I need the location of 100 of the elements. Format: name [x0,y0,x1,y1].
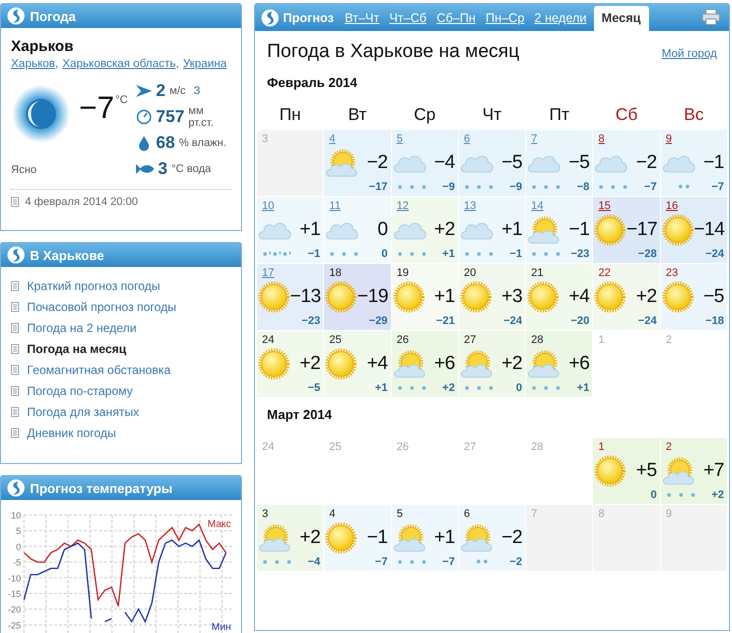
day-temperature: +4 [568,286,590,308]
tab[interactable]: Сб–Пн [432,11,481,25]
axis-tick-label: 5 [16,526,21,536]
day-link[interactable]: 12 [396,200,409,213]
cloud-icon [527,154,562,172]
day-number: 26 [396,441,409,454]
city-name: Харьков [11,38,74,55]
day-link[interactable]: 7 [531,133,538,146]
sun-cloud-icon [460,350,494,378]
weekday-label: Чт [481,105,503,125]
day-link[interactable]: 16 [666,200,678,213]
day-link[interactable]: 8 [598,133,605,146]
menu-link[interactable]: Погода по-старому [27,384,133,398]
sun-cloud-icon [527,350,562,378]
day-link[interactable]: 4 [329,133,336,146]
tab[interactable]: Пн–Ср [480,11,530,25]
snowflakes-icon [262,558,292,566]
day-temperature: −2 [501,527,522,549]
separator: , [176,58,179,70]
sleet-icon [262,250,292,258]
night-temperature: −1 [308,248,320,260]
logo-icon [7,246,25,264]
night-temperature: −24 [638,314,657,326]
cloud-icon [392,220,427,240]
axis-tick-label: -10 [8,573,21,584]
location-link[interactable]: Харьков [11,58,56,70]
document-icon [11,322,19,332]
day-link[interactable]: 5 [396,133,403,146]
day-number: 25 [329,441,342,454]
sun-icon [258,348,290,380]
day-link[interactable]: 13 [464,200,476,213]
day-number: 9 [666,508,672,521]
day-temperature: +1 [434,286,455,308]
day-link[interactable]: 14 [531,200,544,213]
night-temperature: −28 [638,248,657,260]
fish-icon [136,162,154,174]
night-temperature: −7 [711,180,724,192]
sun-cloud-icon [392,524,427,552]
day-number: 24 [262,441,274,454]
logo-icon [7,7,25,25]
night-temperature: 0 [381,248,388,260]
day-link[interactable]: 6 [464,133,470,146]
day-link[interactable]: 15 [598,200,611,213]
day-temperature: −1 [568,219,590,241]
my-city-link[interactable]: Мой город [662,48,717,60]
day-number: 20 [464,267,476,280]
snowflakes-icon [531,250,562,258]
tab[interactable]: Месяц [594,6,649,31]
day-number: 19 [396,267,409,280]
location-link[interactable]: Украина [182,58,227,70]
cloud-icon [392,154,427,172]
night-temperature: +1 [375,382,388,394]
tab[interactable]: 2 недели [529,11,592,25]
sun-icon [594,214,626,246]
night-temperature: −21 [436,314,455,326]
day-temperature: −19 [357,286,388,308]
weekday-label: Вт [347,105,368,125]
temperature-unit: °C [115,94,128,106]
night-temperature: −24 [503,314,522,326]
printer-icon[interactable] [702,9,720,25]
menu-link[interactable]: Почасовой прогноз погоды [27,300,176,314]
day-temperature: +2 [434,219,455,241]
menu-link[interactable]: Краткий прогноз погоды [27,278,160,292]
day-temperature: −5 [703,286,724,308]
tab[interactable]: Чт–Сб [384,11,432,25]
snowflakes-icon [678,184,690,189]
arrow-icon [136,84,152,96]
sun-icon [325,348,358,380]
day-temperature: −13 [290,286,321,308]
day-temperature: +3 [501,286,522,308]
sun-icon [258,281,290,313]
snowflakes-icon [531,182,562,190]
menu-link[interactable]: Погода на 2 недели [27,320,136,334]
night-temperature: −1 [510,248,522,260]
day-number: 26 [396,334,409,347]
day-number: 2 [666,441,672,454]
day-link[interactable]: 9 [666,133,672,146]
location-link[interactable]: Харьковская область [62,58,176,70]
axis-tick-label: 0 [16,542,21,552]
snowflakes-icon [464,182,494,190]
menu-link[interactable]: Погода для занятых [27,404,140,418]
day-number: 28 [531,334,544,347]
day-number: 27 [464,334,476,347]
current-temperature: −7 [79,90,114,126]
day-temperature: −1 [703,152,724,174]
day-temperature: −5 [568,152,590,174]
day-number: 4 [329,508,336,521]
day-temperature: +7 [703,460,724,482]
sun-icon [325,522,358,554]
menu-link[interactable]: Погода на месяц [27,342,126,356]
day-link[interactable]: 17 [262,267,274,280]
day-temperature: −2 [366,152,388,174]
menu-link[interactable]: Геомагнитная обстановка [27,362,171,376]
menu-link[interactable]: Дневник погоды [27,426,116,440]
day-number: 6 [464,508,470,521]
day-link[interactable]: 10 [262,200,274,213]
tab[interactable]: Вт–Чт [340,11,384,25]
logo-icon [7,479,25,497]
day-number: 5 [396,508,403,521]
day-link[interactable]: 11 [329,200,341,213]
